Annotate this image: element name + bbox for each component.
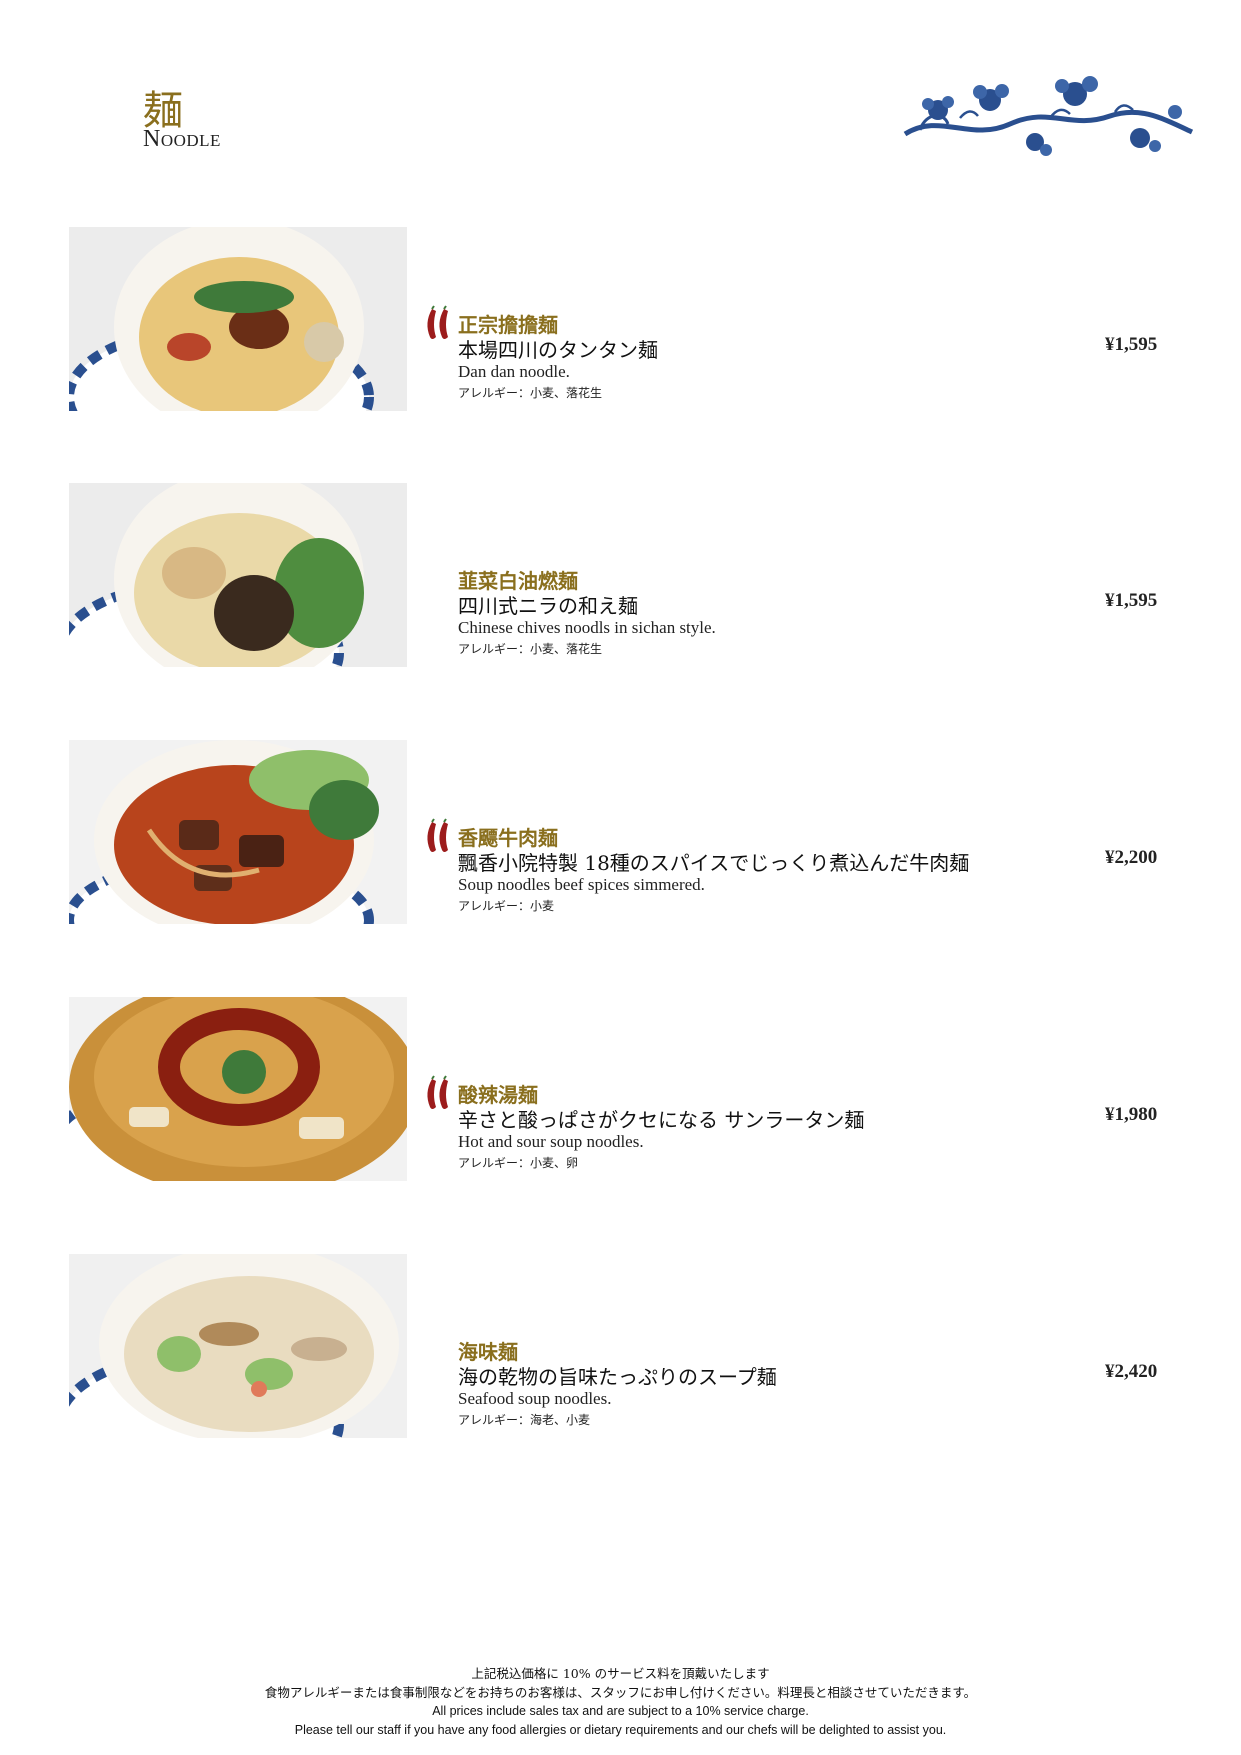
allergy-info: アレルギー：小麦、落花生	[458, 642, 603, 656]
chive-noodle-photo	[69, 483, 407, 667]
dish-name-japanese: 飄香小院特製 18種のスパイスでじっくり煮込んだ牛肉麺	[458, 851, 970, 875]
menu-item: 香飃牛肉麺 飄香小院特製 18種のスパイスでじっくり煮込んだ牛肉麺 Soup n…	[0, 740, 1241, 924]
allergy-info: アレルギー：小麦、落花生	[458, 386, 603, 400]
menu-item: 正宗擔擔麺 本場四川のタンタン麺 Dan dan noodle. アレルギー：小…	[0, 227, 1241, 411]
dish-name-english: Dan dan noodle.	[458, 362, 570, 381]
menu-item: 海味麺 海の乾物の旨味たっぷりのスープ麺 Seafood soup noodle…	[0, 1254, 1241, 1438]
allergy-note-jp: 食物アレルギーまたは食事制限などをお持ちのお客様は、スタッフにお申し付けください…	[264, 1685, 977, 1700]
beef-noodle-photo	[69, 740, 407, 924]
dish-name-english: Soup noodles beef spices simmered.	[458, 875, 705, 894]
price: ¥1,595	[1105, 334, 1158, 355]
dish-name-english: Hot and sour soup noodles.	[458, 1132, 644, 1151]
dish-name-english: Seafood soup noodles.	[458, 1389, 612, 1408]
menu-item: 韮菜白油燃麺 四川式ニラの和え麺 Chinese chives noodls i…	[0, 483, 1241, 667]
allergy-note-en: Please tell our staff if you have any fo…	[294, 1723, 947, 1737]
spicy-chili-icon	[427, 305, 448, 339]
dan-dan-noodle-photo	[69, 227, 407, 411]
floral-ornament-icon	[903, 76, 1194, 156]
price: ¥2,420	[1105, 1361, 1158, 1382]
spicy-chili-icon	[427, 1075, 448, 1109]
spicy-chili-icon	[427, 818, 448, 852]
section-title-en: Noodle	[143, 126, 221, 152]
allergy-info: アレルギー：小麦	[458, 899, 555, 913]
seafood-noodle-photo	[69, 1254, 407, 1438]
service-charge-note-jp: 上記税込価格に 10% のサービス料を頂戴いたします	[471, 1666, 770, 1681]
dish-name-japanese: 海の乾物の旨味たっぷりのスープ麺	[458, 1365, 777, 1389]
price: ¥1,980	[1105, 1104, 1158, 1125]
dish-name-japanese: 四川式ニラの和え麺	[458, 594, 638, 618]
allergy-info: アレルギー：海老、小麦	[458, 1413, 591, 1427]
dish-name-english: Chinese chives noodls in sichan style.	[458, 618, 716, 637]
footer-notice: 上記税込価格に 10% のサービス料を頂戴いたします 食物アレルギーまたは食事制…	[0, 1664, 1241, 1740]
service-charge-note-en: All prices include sales tax and are sub…	[432, 1704, 809, 1718]
price: ¥2,200	[1105, 847, 1158, 868]
dish-name-japanese: 本場四川のタンタン麺	[458, 338, 658, 362]
dish-name-japanese: 辛さと酸っぱさがクセになる サンラータン麺	[458, 1108, 865, 1132]
hot-sour-noodle-photo	[69, 997, 407, 1181]
menu-item: 酸辣湯麺 辛さと酸っぱさがクセになる サンラータン麺 Hot and sour …	[0, 997, 1241, 1181]
price: ¥1,595	[1105, 590, 1158, 611]
allergy-info: アレルギー：小麦、卵	[458, 1156, 579, 1170]
